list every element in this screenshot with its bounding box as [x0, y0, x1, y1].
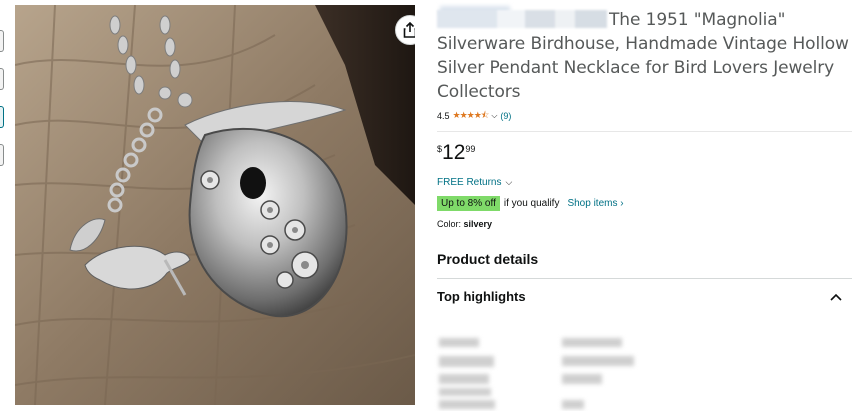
product-info: The 1951 "Magnolia" Silverware Birdhouse… [437, 6, 852, 304]
thumbnail-rail [0, 30, 4, 182]
price: $ 12 99 [437, 142, 852, 163]
free-returns-link[interactable]: FREE Returns ⌵ [437, 177, 852, 188]
star-rating-icon[interactable]: ★★★★⯪ [453, 108, 490, 124]
top-highlights-toggle[interactable]: Top highlights [437, 289, 842, 304]
blurred-cell [562, 400, 584, 409]
pendant-photo [15, 5, 415, 405]
deal-row: Up to 8% off if you qualify Shop items › [437, 196, 852, 211]
chevron-up-icon [830, 293, 842, 301]
thumbnail-3[interactable] [0, 106, 4, 128]
blurred-cell [562, 374, 602, 384]
top-highlights-title: Top highlights [437, 289, 526, 304]
rating-value: 4.5 [437, 111, 450, 121]
free-returns-label: FREE Returns [437, 177, 502, 188]
chevron-down-icon[interactable]: ⌵ [491, 111, 497, 121]
blurred-cell [439, 338, 479, 347]
share-icon [403, 22, 415, 38]
shop-items-link[interactable]: Shop items › [567, 198, 623, 209]
brand-name-blurred [437, 10, 607, 28]
price-fraction: 99 [465, 144, 476, 154]
color-value: silvery [463, 219, 493, 229]
blurred-cell [562, 338, 622, 347]
deal-badge: Up to 8% off [437, 196, 500, 211]
blurred-cell [562, 356, 634, 366]
color-row: Color: silvery [437, 219, 852, 229]
blurred-cell [439, 374, 489, 384]
product-image[interactable] [15, 5, 415, 405]
thumbnail-1[interactable] [0, 30, 4, 52]
product-details-title: Product details [437, 251, 539, 267]
highlights-table-blurred [437, 330, 697, 411]
blurred-cell [439, 400, 495, 409]
deal-text: if you qualify [503, 198, 560, 209]
color-label: Color: [437, 219, 462, 229]
price-whole: 12 [442, 141, 466, 164]
divider [437, 131, 852, 132]
blurred-cell [439, 388, 491, 396]
rating-count-link[interactable]: (9) [500, 111, 511, 121]
product-title: The 1951 "Magnolia" Silverware Birdhouse… [437, 8, 852, 104]
rating-row: 4.5 ★★★★⯪ ⌵ (9) [437, 108, 852, 124]
thumbnail-2[interactable] [0, 68, 4, 90]
chevron-down-icon: ⌵ [505, 177, 513, 187]
blurred-cell [439, 356, 494, 367]
thumbnail-4[interactable] [0, 144, 4, 166]
divider [437, 278, 852, 279]
